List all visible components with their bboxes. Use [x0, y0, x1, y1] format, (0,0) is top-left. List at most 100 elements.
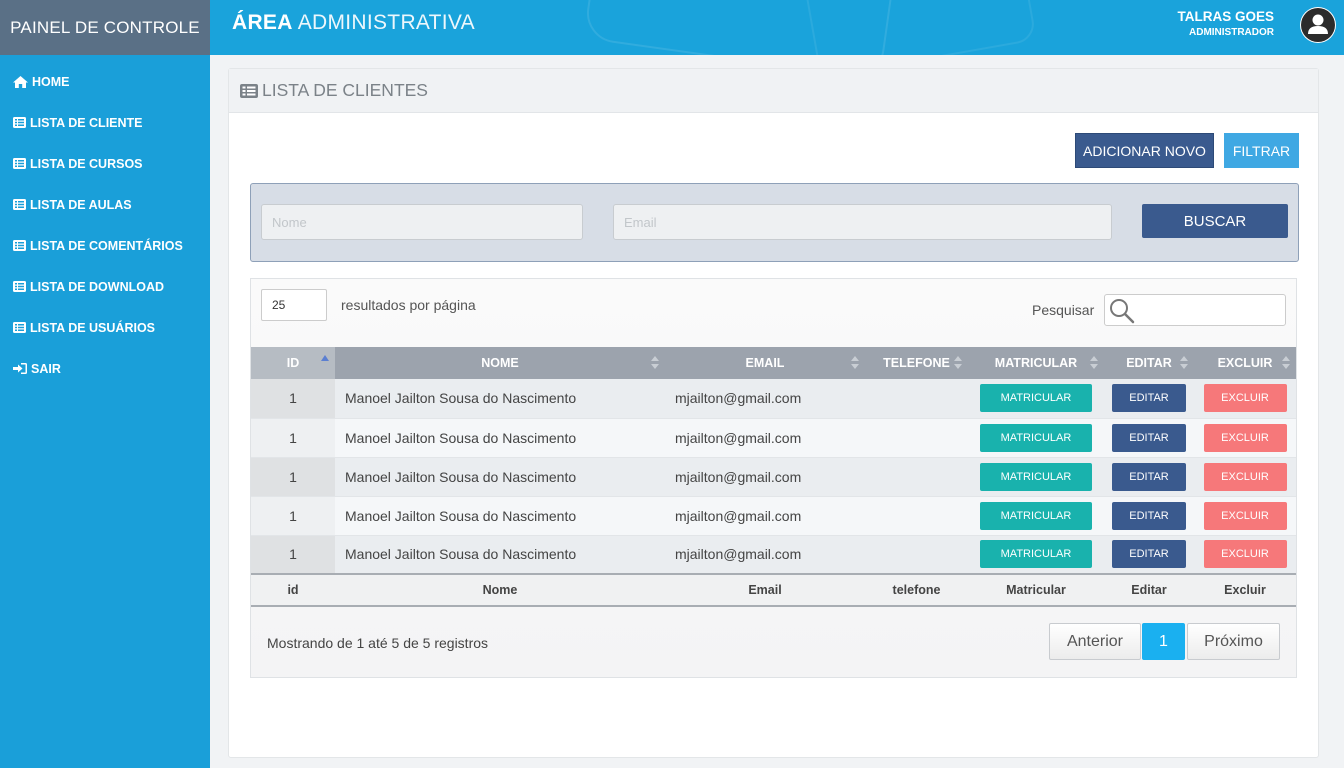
sidebar-nav: HOME LISTA DE CLIENTE LISTA DE CURSOS LI… — [0, 55, 210, 389]
sidebar-item-lista-cursos[interactable]: LISTA DE CURSOS — [0, 143, 210, 184]
cell-id: 1 — [251, 418, 335, 458]
sidebar-item-home[interactable]: HOME — [0, 61, 210, 102]
search-icon — [1110, 299, 1135, 324]
editar-button[interactable]: EDITAR — [1112, 462, 1186, 491]
col-header-id[interactable]: ID — [251, 347, 335, 379]
cell-id: 1 — [251, 496, 335, 536]
cell-id: 1 — [251, 457, 335, 497]
sign-in-icon — [13, 363, 27, 374]
filter-form: BUSCAR — [250, 183, 1299, 262]
col-footer-telefone: telefone — [865, 573, 968, 607]
next-page-button[interactable]: Próximo — [1187, 623, 1280, 660]
user-role: ADMINISTRADOR — [1189, 27, 1274, 38]
cell-email: mjailton@gmail.com — [665, 496, 865, 536]
table-row: 1 Manoel Jailton Sousa do Nascimento mja… — [251, 379, 1296, 419]
sort-icon — [954, 356, 962, 370]
excluir-button[interactable]: EXCLUIR — [1203, 540, 1287, 569]
col-header-matricular[interactable]: MATRICULAR — [968, 347, 1104, 379]
cell-nome: Manoel Jailton Sousa do Nascimento — [335, 418, 665, 458]
user-info[interactable]: TALRAS GOES ADMINISTRADOR — [1177, 9, 1274, 38]
sidebar-item-label: LISTA DE CLIENTE — [30, 115, 143, 130]
col-footer-matricular: Matricular — [968, 573, 1104, 607]
nome-input[interactable] — [261, 204, 583, 240]
sidebar-item-label: LISTA DE CURSOS — [30, 156, 143, 171]
sidebar-item-lista-aulas[interactable]: LISTA DE AULAS — [0, 184, 210, 225]
matricular-button[interactable]: MATRICULAR — [980, 423, 1092, 452]
matricular-button[interactable]: MATRICULAR — [980, 540, 1092, 569]
editar-button[interactable]: EDITAR — [1112, 423, 1186, 452]
cell-id: 1 — [251, 379, 335, 419]
page-1-button[interactable]: 1 — [1142, 623, 1185, 660]
list-icon — [13, 322, 26, 333]
sort-asc-icon — [321, 355, 329, 361]
matricular-button[interactable]: MATRICULAR — [980, 501, 1092, 530]
editar-button[interactable]: EDITAR — [1112, 384, 1186, 413]
table-header-row: ID NOME EMAIL TELEFONE MATRICULAR EDITAR… — [251, 347, 1296, 379]
cell-nome: Manoel Jailton Sousa do Nascimento — [335, 496, 665, 536]
clients-panel: LISTA DE CLIENTES ADICIONAR NOVO FILTRAR… — [228, 68, 1319, 758]
title-bold: ÁREA — [232, 11, 293, 34]
col-header-nome[interactable]: NOME — [335, 347, 665, 379]
col-header-telefone[interactable]: TELEFONE — [865, 347, 968, 379]
cell-telefone — [865, 496, 968, 536]
datatable-wrapper: 25 resultados por página Pesquisar ID NO… — [250, 278, 1297, 678]
email-input[interactable] — [613, 204, 1112, 240]
sidebar-item-label: HOME — [32, 74, 70, 89]
clients-table: ID NOME EMAIL TELEFONE MATRICULAR EDITAR… — [251, 347, 1296, 607]
sort-icon — [651, 356, 659, 370]
sidebar-item-lista-cliente[interactable]: LISTA DE CLIENTE — [0, 102, 210, 143]
home-icon — [13, 75, 28, 88]
cell-telefone — [865, 418, 968, 458]
table-row: 1 Manoel Jailton Sousa do Nascimento mja… — [251, 457, 1296, 497]
filter-button[interactable]: FILTRAR — [1224, 133, 1299, 168]
table-search-input[interactable] — [1104, 294, 1286, 326]
search-button[interactable]: BUSCAR — [1142, 204, 1288, 238]
editar-button[interactable]: EDITAR — [1112, 540, 1186, 569]
list-icon — [13, 117, 26, 128]
col-header-editar[interactable]: EDITAR — [1104, 347, 1194, 379]
excluir-button[interactable]: EXCLUIR — [1203, 423, 1287, 452]
sort-icon — [851, 356, 859, 370]
list-icon — [13, 281, 26, 292]
excluir-button[interactable]: EXCLUIR — [1203, 462, 1287, 491]
brand-title: PAINEL DE CONTROLE — [0, 0, 210, 55]
cell-email: mjailton@gmail.com — [665, 457, 865, 497]
sidebar-item-label: LISTA DE COMENTÁRIOS — [30, 238, 183, 253]
previous-page-button[interactable]: Anterior — [1049, 623, 1141, 660]
list-alt-icon — [240, 83, 258, 98]
cell-nome: Manoel Jailton Sousa do Nascimento — [335, 535, 665, 575]
sidebar-item-lista-usuarios[interactable]: LISTA DE USUÁRIOS — [0, 307, 210, 348]
cell-telefone — [865, 457, 968, 497]
sidebar-item-label: LISTA DE USUÁRIOS — [30, 320, 156, 335]
excluir-button[interactable]: EXCLUIR — [1203, 384, 1287, 413]
cell-email: mjailton@gmail.com — [665, 418, 865, 458]
table-row: 1 Manoel Jailton Sousa do Nascimento mja… — [251, 418, 1296, 458]
sidebar: PAINEL DE CONTROLE HOME LISTA DE CLIENTE… — [0, 0, 210, 768]
col-header-excluir[interactable]: EXCLUIR — [1194, 347, 1296, 379]
title-light: ADMINISTRATIVA — [297, 11, 475, 34]
panel-header: LISTA DE CLIENTES — [229, 69, 1318, 113]
sidebar-item-lista-download[interactable]: LISTA DE DOWNLOAD — [0, 266, 210, 307]
sort-icon — [1282, 356, 1290, 370]
excluir-button[interactable]: EXCLUIR — [1203, 501, 1287, 530]
sidebar-item-lista-comentarios[interactable]: LISTA DE COMENTÁRIOS — [0, 225, 210, 266]
table-info: Mostrando de 1 até 5 de 5 registros — [267, 635, 489, 651]
top-header: ÁREA ADMINISTRATIVA TALRAS GOES ADMINIST… — [210, 0, 1344, 55]
col-header-email[interactable]: EMAIL — [665, 347, 865, 379]
cell-nome: Manoel Jailton Sousa do Nascimento — [335, 457, 665, 497]
table-footer-row: id Nome Email telefone Matricular Editar… — [251, 573, 1296, 607]
table-search-label: Pesquisar — [1032, 302, 1095, 318]
matricular-button[interactable]: MATRICULAR — [980, 384, 1092, 413]
user-icon — [1301, 8, 1335, 42]
col-footer-id: id — [251, 573, 335, 607]
col-footer-editar: Editar — [1104, 573, 1194, 607]
editar-button[interactable]: EDITAR — [1112, 501, 1186, 530]
table-row: 1 Manoel Jailton Sousa do Nascimento mja… — [251, 496, 1296, 536]
page-title: ÁREA ADMINISTRATIVA — [232, 11, 475, 35]
avatar[interactable] — [1300, 7, 1336, 43]
add-new-button[interactable]: ADICIONAR NOVO — [1075, 133, 1214, 168]
page-length-select[interactable]: 25 — [261, 289, 327, 321]
sidebar-item-sair[interactable]: SAIR — [0, 348, 210, 389]
matricular-button[interactable]: MATRICULAR — [980, 462, 1092, 491]
pagination: Anterior 1 Próximo — [1049, 623, 1280, 660]
